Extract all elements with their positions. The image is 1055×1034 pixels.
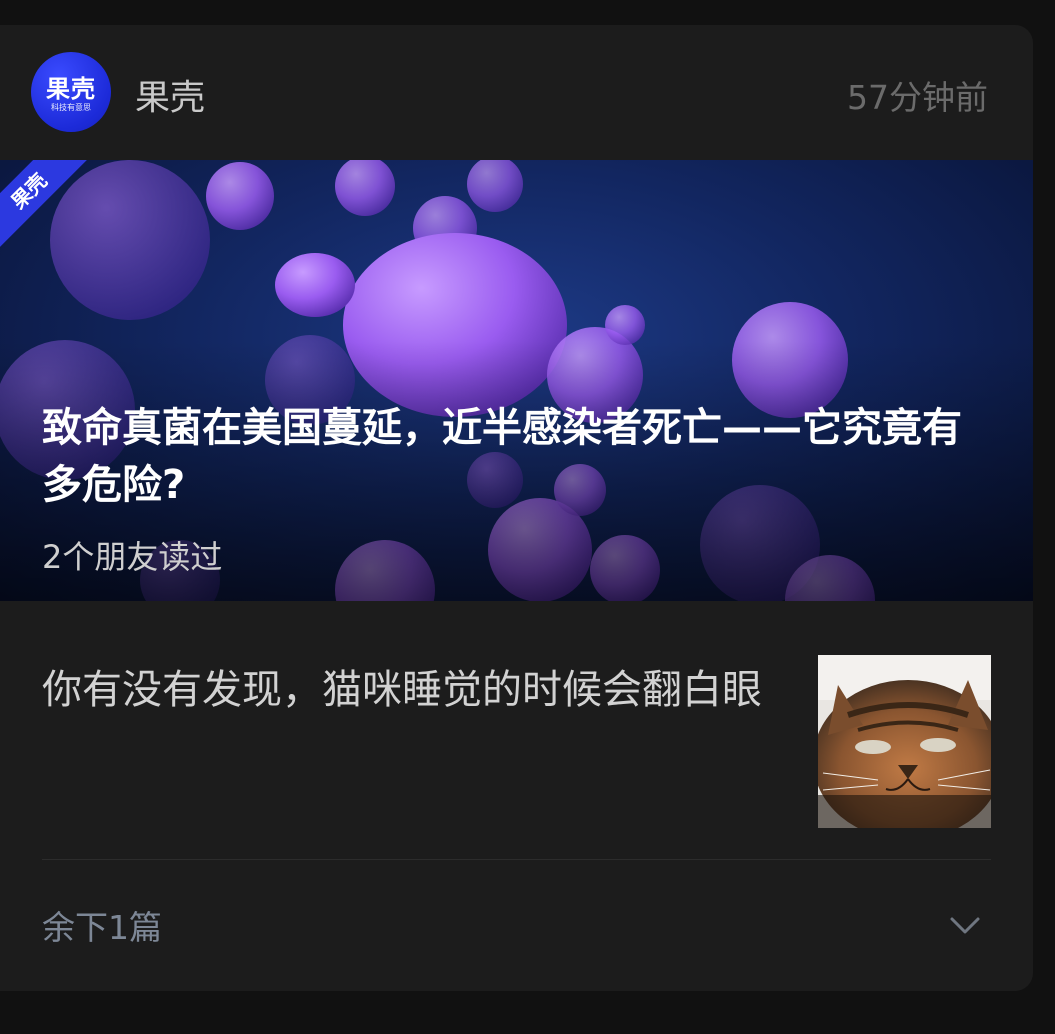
account-name[interactable]: 果壳 [135, 70, 205, 121]
featured-article[interactable]: 果壳 致命真菌在美国蔓延，近半感染者死亡——它究竟有多危险? 2个朋友读过 [0, 160, 1033, 601]
expand-remaining-articles[interactable]: 余下1篇 [0, 860, 1033, 991]
chevron-down-icon[interactable] [949, 916, 981, 936]
featured-article-title: 致命真菌在美国蔓延，近半感染者死亡——它究竟有多危险? [42, 405, 962, 508]
article-title: 你有没有发现，猫咪睡觉的时候会翻白眼 [42, 667, 762, 713]
remaining-count: 余下1篇 [42, 908, 162, 947]
publish-time: 57分钟前 [847, 78, 988, 117]
account-avatar[interactable]: 果壳 科技有意思 [31, 52, 111, 132]
article-card: 果壳 科技有意思 果壳 57分钟前 果壳 致命真菌在美国蔓延，近半感染者死亡——… [0, 25, 1033, 991]
card-header: 果壳 科技有意思 果壳 57分钟前 [0, 25, 1033, 160]
avatar-slogan: 科技有意思 [51, 103, 91, 112]
friends-read-count: 2个朋友读过 [42, 538, 223, 576]
avatar-logo-text: 果壳 [46, 75, 96, 103]
article-item[interactable]: 你有没有发现，猫咪睡觉的时候会翻白眼 [0, 601, 1033, 860]
cat-image [818, 655, 991, 828]
article-thumbnail [818, 655, 991, 828]
